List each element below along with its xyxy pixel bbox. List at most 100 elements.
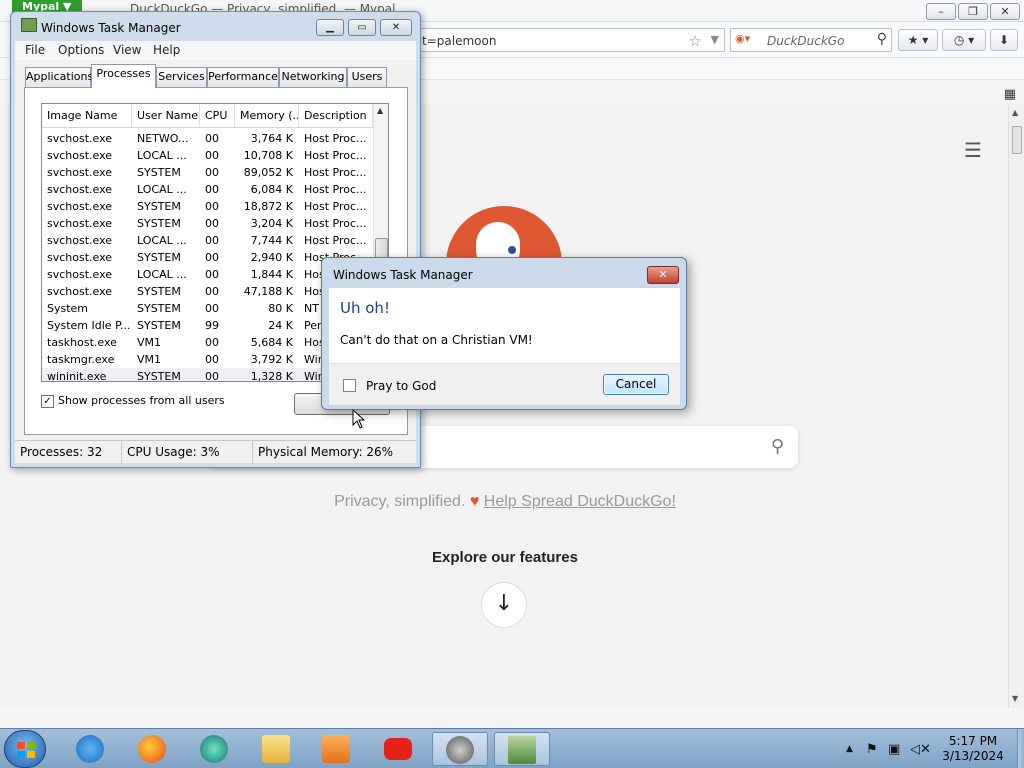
show-hidden-icons-icon[interactable]: ▲ — [846, 744, 853, 754]
task-manager-icon — [21, 18, 37, 32]
column-memory[interactable]: Memory (... — [235, 104, 299, 128]
process-user: LOCAL ... — [137, 234, 187, 247]
scrollbar-thumb[interactable] — [1012, 126, 1022, 154]
menu-view[interactable]: View — [113, 43, 141, 57]
flag-icon[interactable]: ⚑ — [866, 742, 878, 757]
grid-icon[interactable]: ▦ — [1004, 87, 1016, 102]
maximize-button[interactable]: ▭ — [348, 19, 376, 36]
process-name: taskmgr.exe — [47, 353, 115, 366]
bookmark-star-icon[interactable]: ☆ — [689, 32, 702, 50]
menu-help[interactable]: Help — [153, 43, 180, 57]
process-memory: 24 K — [268, 319, 293, 332]
task-manager-titlebar[interactable]: Windows Task Manager ▁ ▭ ✕ — [11, 12, 420, 40]
process-name: svchost.exe — [47, 132, 113, 145]
duckduckgo-icon[interactable]: ◉▾ — [735, 32, 753, 48]
table-row[interactable]: svchost.exe NETWO... 00 3,764 K Host Proc... — [42, 130, 373, 147]
close-icon[interactable]: ✕ — [647, 266, 679, 284]
taskbar-task-manager[interactable] — [494, 732, 550, 766]
status-cpu: CPU Usage: 3% — [122, 441, 253, 464]
process-cpu: 00 — [205, 268, 219, 281]
duck-eye-icon — [508, 246, 516, 254]
scroll-up-icon[interactable]: ▲ — [1012, 108, 1018, 117]
cancel-button[interactable]: Cancel — [603, 374, 669, 395]
tab-performance[interactable]: Performance — [207, 67, 279, 87]
tab-applications[interactable]: Applications — [25, 67, 93, 87]
process-memory: 47,188 K — [243, 285, 293, 298]
download-icon[interactable]: ⬇ — [990, 29, 1018, 51]
internet-explorer-icon — [76, 735, 104, 763]
column-description[interactable]: Description — [299, 104, 373, 128]
taskbar-firefox[interactable] — [124, 732, 180, 766]
hamburger-menu-icon[interactable]: ☰ — [964, 138, 982, 162]
process-description: Host Proc... — [304, 217, 367, 230]
process-cpu: 00 — [205, 132, 219, 145]
url-bar[interactable]: t=palemoon ☆ ▼ — [405, 28, 725, 52]
process-name: svchost.exe — [47, 285, 113, 298]
process-user: SYSTEM — [137, 302, 181, 315]
volume-muted-icon[interactable]: ◁✕ — [910, 742, 931, 757]
folder-icon — [262, 735, 290, 763]
chevron-down-icon[interactable]: ▼ — [711, 33, 719, 46]
process-name: svchost.exe — [47, 268, 113, 281]
process-name: wininit.exe — [47, 370, 107, 382]
scroll-down-icon[interactable]: ▼ — [1012, 694, 1018, 703]
show-desktop-button[interactable] — [1017, 729, 1024, 768]
tab-services[interactable]: Services — [156, 67, 207, 87]
taskbar-browser[interactable] — [186, 732, 242, 766]
maximize-button[interactable]: ❐ — [958, 3, 988, 20]
firefox-icon — [138, 735, 166, 763]
windows-logo-icon — [17, 742, 35, 758]
search-icon[interactable]: ⚲ — [771, 436, 784, 457]
process-user: SYSTEM — [137, 251, 181, 264]
tab-networking[interactable]: Networking — [279, 67, 347, 87]
network-icon[interactable]: ▣ — [888, 742, 900, 757]
table-row[interactable]: svchost.exe LOCAL ... 00 10,708 K Host Proc.… — [42, 147, 373, 164]
minimize-button[interactable]: – — [926, 3, 956, 20]
clock[interactable]: 5:17 PM 3/13/2024 — [930, 734, 1016, 764]
process-name: svchost.exe — [47, 149, 113, 162]
table-row[interactable]: svchost.exe LOCAL ... 00 6,084 K Host Proc..… — [42, 181, 373, 198]
table-row[interactable]: svchost.exe SYSTEM 00 18,872 K Host Proc... — [42, 198, 373, 215]
process-user: SYSTEM — [137, 319, 181, 332]
menu-file[interactable]: File — [25, 43, 45, 57]
close-button[interactable]: ✕ — [380, 19, 412, 36]
process-name: svchost.exe — [47, 183, 113, 196]
process-name: svchost.exe — [47, 200, 113, 213]
taskbar-explorer[interactable] — [248, 732, 304, 766]
table-row[interactable]: svchost.exe SYSTEM 00 89,052 K Host Proc... — [42, 164, 373, 181]
minimize-button[interactable]: ▁ — [316, 19, 344, 36]
pray-checkbox[interactable] — [343, 379, 356, 392]
column-user-name[interactable]: User Name — [132, 104, 200, 128]
taskbar-internet-explorer[interactable] — [62, 732, 118, 766]
taskbar-mypal[interactable] — [432, 732, 488, 766]
process-memory: 2,940 K — [250, 251, 293, 264]
bookmarks-button[interactable]: ★ ▾ — [898, 29, 938, 51]
table-row[interactable]: svchost.exe LOCAL ... 00 7,744 K Host Proc..… — [42, 232, 373, 249]
process-user: LOCAL ... — [137, 268, 187, 281]
search-icon[interactable]: ⚲ — [877, 31, 887, 47]
checkbox-checked[interactable]: ✓ — [41, 395, 54, 408]
pray-checkbox-label[interactable]: Pray to God — [366, 379, 436, 393]
table-row[interactable]: svchost.exe SYSTEM 00 3,204 K Host Proc... — [42, 215, 373, 232]
taskbar-media-player[interactable] — [308, 732, 364, 766]
tab-processes[interactable]: Processes — [91, 64, 156, 88]
start-button[interactable] — [4, 730, 46, 768]
page-scrollbar[interactable]: ▲ ▼ — [1008, 104, 1024, 708]
tab-users[interactable]: Users — [347, 67, 387, 87]
column-image-name[interactable]: Image Name — [42, 104, 132, 128]
process-cpu: 00 — [205, 285, 219, 298]
scroll-up-icon[interactable]: ▲ — [377, 106, 383, 115]
process-memory: 89,052 K — [243, 166, 293, 179]
search-bar[interactable]: ◉▾ DuckDuckGo ⚲ — [730, 28, 892, 52]
process-cpu: 00 — [205, 336, 219, 349]
column-cpu[interactable]: CPU — [200, 104, 235, 128]
process-description: Host Proc... — [304, 200, 367, 213]
taskbar-youtube[interactable] — [370, 732, 426, 766]
close-button[interactable]: ✕ — [990, 3, 1020, 20]
process-name: svchost.exe — [47, 234, 113, 247]
history-button[interactable]: ◷ ▾ — [942, 29, 986, 51]
status-processes: Processes: 32 — [15, 441, 122, 464]
menu-options[interactable]: Options — [58, 43, 104, 57]
help-spread-link[interactable]: Help Spread DuckDuckGo! — [484, 493, 676, 510]
arrow-down-icon[interactable]: ↓ — [481, 582, 527, 628]
